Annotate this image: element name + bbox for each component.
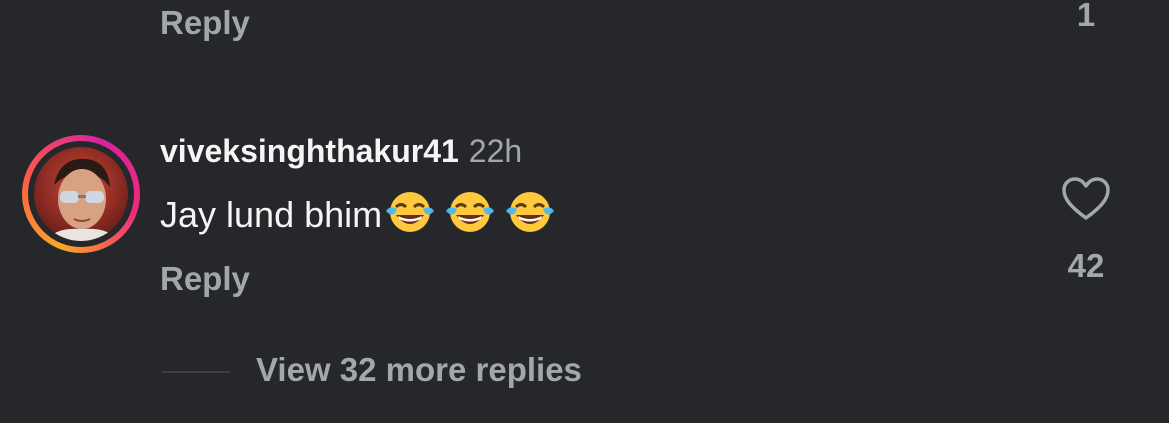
face-with-tears-of-joy-icon xyxy=(386,192,435,232)
username-link[interactable]: viveksinghthakur41 xyxy=(160,133,459,169)
face-with-tears-of-joy-icon xyxy=(506,192,555,232)
previous-reply-button[interactable]: Reply xyxy=(160,4,250,42)
comment-body: Jay lund bhim xyxy=(160,189,556,236)
timestamp: 22h xyxy=(468,133,523,169)
comment-header: viveksinghthakur41 22h xyxy=(160,133,522,170)
previous-like-count: 1 xyxy=(1076,0,1096,33)
emoji-group xyxy=(384,189,556,235)
avatar[interactable] xyxy=(22,135,140,253)
heart-outline-icon[interactable] xyxy=(1061,176,1111,222)
comment-text: Jay lund bhim xyxy=(160,194,383,235)
like-count: 42 xyxy=(1067,247,1105,284)
replies-divider-line xyxy=(162,371,230,373)
avatar-image xyxy=(34,147,128,241)
face-with-tears-of-joy-icon xyxy=(446,192,495,232)
reply-button[interactable]: Reply xyxy=(160,260,250,298)
view-more-replies-button[interactable]: View 32 more replies xyxy=(256,351,582,389)
